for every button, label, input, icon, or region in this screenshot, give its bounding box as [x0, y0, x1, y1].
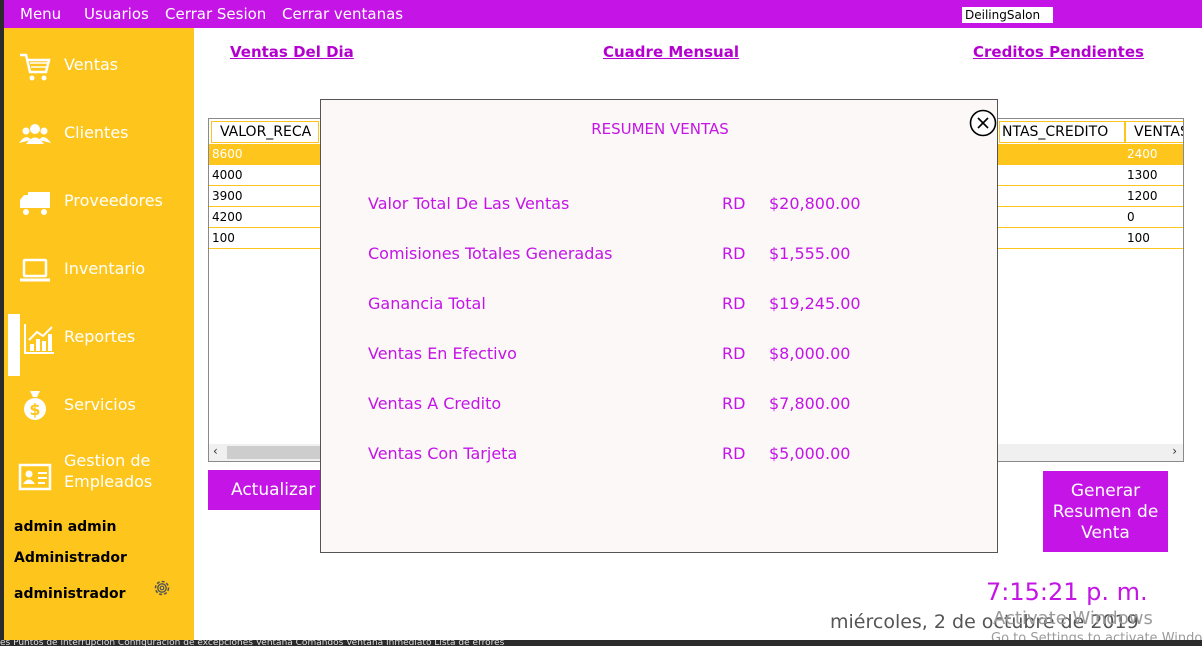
- cart-icon: [20, 53, 51, 81]
- table-cell: 4000: [212, 168, 243, 182]
- summary-value: $20,800.00: [769, 194, 861, 213]
- sidebar-item-clientes[interactable]: Clientes: [4, 116, 194, 174]
- currency-label: RD: [722, 194, 746, 213]
- column-header[interactable]: NTAS_CREDITO: [999, 121, 1125, 143]
- currency-label: RD: [722, 244, 746, 263]
- currency-label: RD: [722, 294, 746, 313]
- link-ventas-del-dia[interactable]: Ventas Del Dia: [230, 43, 354, 61]
- activation-watermark-text: Go to Settings to activate Windows.: [991, 631, 1202, 640]
- sidebar-item-gestion-empleados[interactable]: Gestion de Empleados: [4, 448, 194, 518]
- laptop-icon: [20, 258, 50, 282]
- active-indicator: [8, 314, 20, 376]
- summary-value: $19,245.00: [769, 294, 861, 313]
- summary-label: Ventas En Efectivo: [368, 344, 517, 363]
- summary-value: $7,800.00: [769, 394, 851, 413]
- summary-label: Ventas A Credito: [368, 394, 502, 413]
- currency-label: RD: [722, 394, 746, 413]
- sidebar-item-inventario[interactable]: Inventario: [4, 252, 194, 310]
- user-fullname: admin admin: [14, 519, 117, 535]
- currency-label: RD: [722, 344, 746, 363]
- sidebar-item-proveedores[interactable]: Proveedores: [4, 184, 194, 242]
- chart-icon: [24, 324, 54, 354]
- scroll-left-icon[interactable]: ‹: [213, 444, 218, 458]
- summary-label: Valor Total De Las Ventas: [368, 194, 570, 213]
- sidebar-item-label: Inventario: [64, 259, 146, 278]
- table-cell: 100: [212, 231, 235, 245]
- sidebar-item-label: Clientes: [64, 123, 129, 142]
- menu-item-cerrar-ventanas[interactable]: Cerrar ventanas: [282, 5, 403, 23]
- table-cell: 2400: [1127, 147, 1158, 161]
- sidebar-item-label: Proveedores: [64, 191, 163, 210]
- brand-label: DeilingSalon: [962, 7, 1053, 23]
- summary-label: Comisiones Totales Generadas: [368, 244, 613, 263]
- sidebar-item-label: Ventas: [64, 55, 119, 74]
- table-cell: 3900: [212, 189, 243, 203]
- summary-value: $5,000.00: [769, 444, 851, 463]
- svg-text:$: $: [29, 400, 40, 419]
- menu-item-usuarios[interactable]: Usuarios: [84, 5, 149, 23]
- menu-item-menu[interactable]: Menu: [20, 5, 61, 23]
- sidebar-item-servicios[interactable]: $ Servicios: [4, 388, 194, 446]
- sidebar: Ventas Clientes Proveedores Inventario R…: [4, 28, 194, 640]
- summary-label: Ganancia Total: [368, 294, 486, 313]
- sidebar-item-label: Reportes: [64, 327, 136, 346]
- menu-bar: Menu Usuarios Cerrar Sesion Cerrar venta…: [4, 0, 1202, 28]
- id-card-icon: [18, 463, 52, 491]
- dialog-title: RESUMEN VENTAS: [591, 120, 729, 138]
- resumen-ventas-dialog: RESUMEN VENTAS Valor Total De Las Ventas…: [320, 99, 998, 553]
- money-bag-icon: $: [24, 391, 46, 420]
- table-cell: 4200: [212, 210, 243, 224]
- sidebar-item-label: Gestion de Empleados: [64, 451, 153, 491]
- table-cell: 0: [1127, 210, 1135, 224]
- column-header[interactable]: VALOR_RECA: [211, 121, 319, 143]
- close-icon[interactable]: [969, 109, 997, 137]
- summary-value: $8,000.00: [769, 344, 851, 363]
- sidebar-item-reportes[interactable]: Reportes: [4, 314, 194, 378]
- table-cell: 8600: [212, 147, 243, 161]
- link-creditos-pendientes[interactable]: Creditos Pendientes: [973, 43, 1144, 61]
- clock-time: 7:15:21 p. m.: [986, 578, 1148, 606]
- column-header[interactable]: VENTAS: [1125, 121, 1183, 143]
- link-cuadre-mensual[interactable]: Cuadre Mensual: [603, 43, 739, 61]
- app-window: Menu Usuarios Cerrar Sesion Cerrar venta…: [4, 0, 1202, 640]
- summary-label: Ventas Con Tarjeta: [368, 444, 518, 463]
- summary-value: $1,555.00: [769, 244, 851, 263]
- generar-resumen-button[interactable]: Generar Resumen de Venta: [1043, 471, 1168, 552]
- users-icon: [19, 124, 51, 144]
- scroll-right-icon[interactable]: ›: [1172, 444, 1177, 458]
- user-username: administrador: [14, 586, 126, 602]
- gear-icon[interactable]: [152, 578, 172, 598]
- table-cell: 1200: [1127, 189, 1158, 203]
- ide-status-bar: es Puntos de interrupción Configuración …: [0, 640, 1202, 646]
- table-cell: 1300: [1127, 168, 1158, 182]
- truck-icon: [20, 192, 50, 215]
- menu-item-cerrar-sesion[interactable]: Cerrar Sesion: [165, 5, 266, 23]
- table-cell: 100: [1127, 231, 1150, 245]
- sidebar-item-label: Servicios: [64, 395, 136, 414]
- currency-label: RD: [722, 444, 746, 463]
- user-role: Administrador: [14, 550, 127, 566]
- sidebar-item-ventas[interactable]: Ventas: [4, 48, 194, 106]
- activation-watermark-title: Activate Windows: [993, 608, 1153, 629]
